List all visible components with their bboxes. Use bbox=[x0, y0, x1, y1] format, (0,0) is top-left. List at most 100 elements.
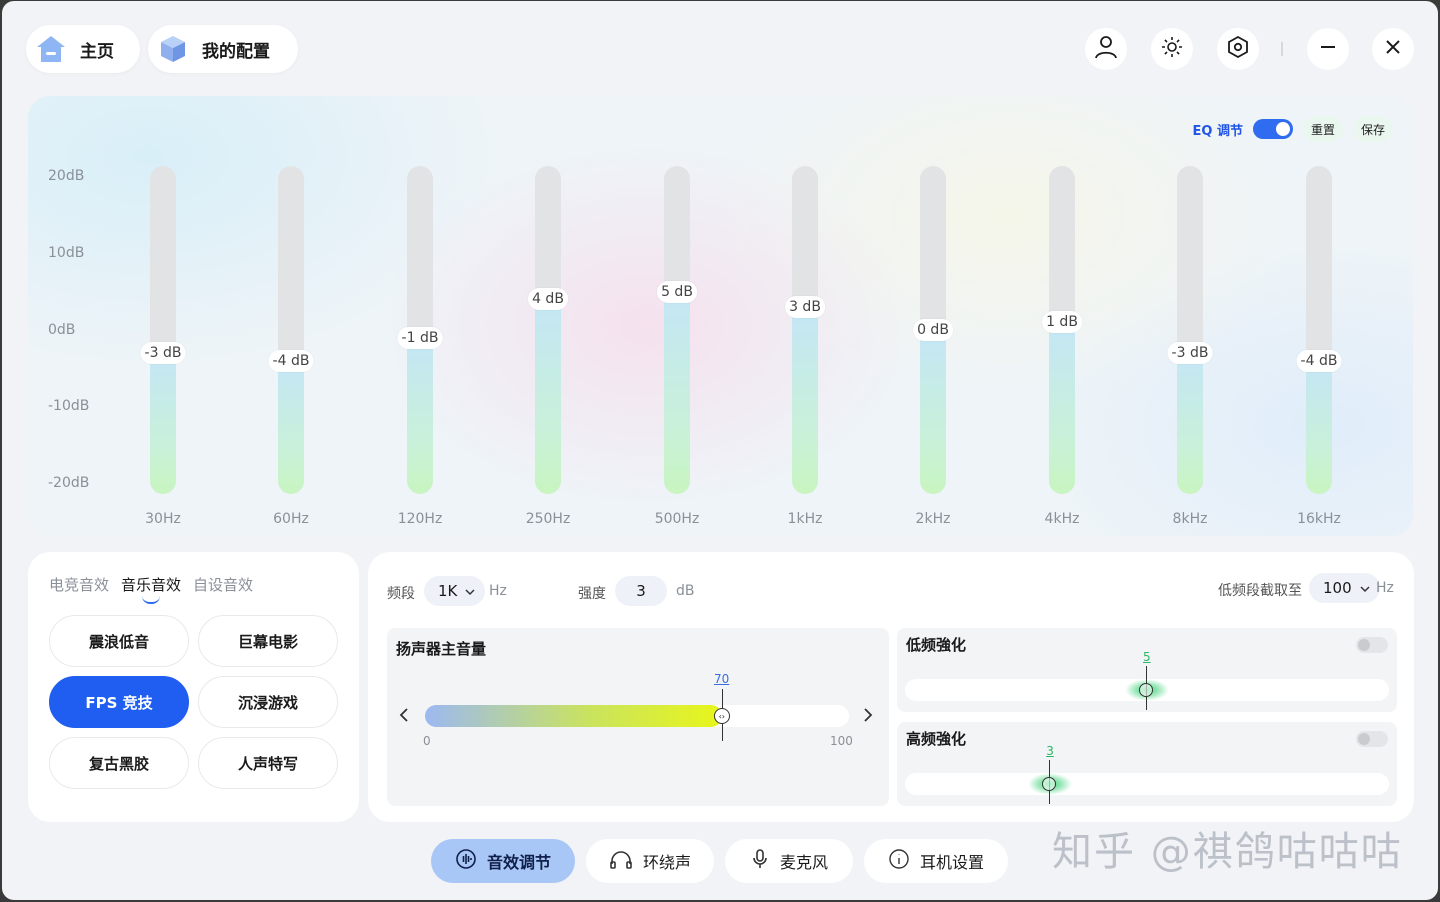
sun-icon bbox=[1160, 35, 1184, 63]
treble-boost-title: 高频強化 bbox=[906, 730, 967, 748]
lowcut-select[interactable]: 100 bbox=[1309, 573, 1380, 603]
tab-esports-sound[interactable]: 电竞音效 bbox=[49, 574, 109, 595]
preset-vinyl-button[interactable]: 复古黑胶 bbox=[49, 737, 189, 789]
y-axis-label: 20dB bbox=[48, 168, 85, 184]
tab-headset-settings[interactable]: 耳机设置 bbox=[864, 839, 1008, 883]
eq-band-track bbox=[792, 166, 818, 494]
eq-band-fill bbox=[1177, 353, 1203, 494]
save-button[interactable]: 保存 bbox=[1352, 116, 1393, 142]
eq-band-frequency-label: 8kHz bbox=[1172, 511, 1208, 527]
strength-label: 强度 bbox=[578, 586, 606, 602]
eq-band-fill bbox=[920, 330, 946, 494]
slider-thumb-knob bbox=[1139, 683, 1153, 697]
eq-band-frequency-label: 250Hz bbox=[525, 511, 571, 527]
header-divider bbox=[1281, 42, 1283, 56]
account-button[interactable] bbox=[1085, 28, 1127, 70]
hexagon-gear-icon bbox=[1226, 35, 1250, 63]
y-axis-label: 10dB bbox=[48, 245, 85, 261]
eq-band-slider[interactable]: -4 dB 16kHz bbox=[1296, 166, 1342, 527]
eq-band-gain-badge[interactable]: -3 dB bbox=[1167, 342, 1213, 365]
eq-band-gain-badge[interactable]: 5 dB bbox=[657, 280, 697, 303]
preset-immersive-game-button[interactable]: 沉浸游戏 bbox=[198, 676, 338, 728]
settings-button[interactable] bbox=[1217, 28, 1259, 70]
volume-slider-thumb[interactable]: ‹› bbox=[713, 708, 730, 724]
brightness-button[interactable] bbox=[1151, 28, 1193, 70]
tab-custom-sound[interactable]: 自设音效 bbox=[193, 574, 253, 595]
tab-surround-label: 环绕声 bbox=[642, 853, 691, 872]
chevron-down-icon bbox=[465, 582, 475, 600]
chevron-left-icon[interactable] bbox=[397, 707, 411, 727]
eq-band-fill bbox=[664, 291, 690, 494]
speaker-volume-panel: 扬声器主音量 70 ‹› 0 100 bbox=[387, 628, 889, 806]
lowcut-unit: Hz bbox=[1376, 580, 1394, 596]
preset-fps-button[interactable]: FPS 竞技 bbox=[49, 676, 189, 728]
treble-boost-slider-thumb[interactable] bbox=[1028, 760, 1073, 804]
user-icon bbox=[1093, 34, 1119, 64]
tab-sound-adjust[interactable]: 音效调节 bbox=[431, 839, 575, 883]
treble-boost-toggle-knob bbox=[1358, 733, 1370, 745]
tab-music-sound[interactable]: 音乐音效 bbox=[121, 574, 181, 595]
eq-toggle[interactable] bbox=[1252, 119, 1293, 139]
minimize-button[interactable] bbox=[1307, 28, 1349, 70]
eq-band-slider[interactable]: 1 dB 4kHz bbox=[1042, 166, 1082, 527]
treble-boost-toggle[interactable] bbox=[1356, 731, 1388, 747]
lowcut-label: 低频段截取至 bbox=[1218, 583, 1302, 599]
y-axis-label: -10dB bbox=[48, 398, 90, 414]
tab-microphone[interactable]: 麦克风 bbox=[725, 839, 853, 883]
eq-band-frequency-label: 16kHz bbox=[1297, 511, 1341, 527]
bass-boost-toggle[interactable] bbox=[1356, 637, 1388, 653]
eq-band-slider[interactable]: 3 dB 1kHz bbox=[785, 166, 825, 527]
eq-band-gain-badge[interactable]: 3 dB bbox=[785, 295, 825, 318]
eq-band-track bbox=[278, 166, 304, 494]
bass-boost-slider[interactable] bbox=[905, 666, 1389, 710]
bass-boost-slider-thumb[interactable] bbox=[1125, 666, 1169, 710]
tab-surround[interactable]: 环绕声 bbox=[586, 839, 714, 883]
strength-input[interactable]: 3 bbox=[615, 576, 667, 606]
eq-band-fill bbox=[278, 360, 304, 494]
controls-card: 频段 1K Hz 强度 3 dB 低频段截取至 100 Hz 扬声器主音量 70… bbox=[368, 552, 1414, 822]
home-nav-button[interactable]: 主页 bbox=[26, 25, 140, 73]
my-config-nav-button[interactable]: 我的配置 bbox=[148, 25, 298, 73]
eq-band-fill bbox=[150, 353, 176, 494]
eq-band-frequency-label: 30Hz bbox=[145, 511, 181, 527]
eq-band-slider[interactable]: -4 dB 60Hz bbox=[268, 166, 314, 527]
eq-band-gain-badge[interactable]: -1 dB bbox=[397, 326, 443, 349]
app-window: 主页 我的配置 EQ 调节 重置 保存 20dB 10dB 0dB -10dB … bbox=[2, 1, 1438, 900]
eq-band-slider[interactable]: -3 dB 8kHz bbox=[1167, 166, 1213, 527]
info-icon bbox=[888, 848, 910, 874]
eq-band-slider[interactable]: 5 dB 500Hz bbox=[655, 166, 699, 527]
eq-band-slider[interactable]: 4 dB 250Hz bbox=[526, 166, 570, 527]
eq-band-frequency-label: 4kHz bbox=[1044, 511, 1080, 527]
band-select[interactable]: 1K bbox=[424, 576, 486, 606]
eq-band-gain-badge[interactable]: 4 dB bbox=[528, 288, 568, 311]
eq-band-fill bbox=[1306, 360, 1332, 494]
tab-microphone-label: 麦克风 bbox=[779, 853, 828, 872]
eq-band-track bbox=[1177, 166, 1203, 494]
close-button[interactable] bbox=[1372, 28, 1414, 70]
preset-heavy-bass-button[interactable]: 震浪低音 bbox=[49, 615, 189, 667]
volume-value: 70 bbox=[714, 672, 730, 686]
strength-unit: dB bbox=[676, 583, 695, 599]
eq-band-slider[interactable]: 0 dB 2kHz bbox=[913, 166, 953, 527]
eq-band-gain-badge[interactable]: -4 dB bbox=[1296, 349, 1342, 372]
eq-band-track bbox=[664, 166, 690, 494]
eq-band-gain-badge[interactable]: 0 dB bbox=[913, 319, 953, 341]
eq-band-frequency-label: 2kHz bbox=[915, 511, 951, 527]
eq-band-slider[interactable]: -3 dB 30Hz bbox=[140, 166, 186, 527]
eq-band-gain-badge[interactable]: -4 dB bbox=[268, 349, 314, 372]
bass-boost-toggle-knob bbox=[1358, 639, 1370, 651]
volume-slider[interactable]: ‹› bbox=[425, 689, 849, 741]
treble-boost-slider[interactable] bbox=[905, 760, 1389, 804]
preset-vocal-button[interactable]: 人声特写 bbox=[198, 737, 338, 789]
chevron-down-icon bbox=[1360, 579, 1370, 597]
eq-band-frequency-label: 120Hz bbox=[397, 511, 443, 527]
eq-band-gain-badge[interactable]: -3 dB bbox=[140, 342, 186, 365]
cube-icon bbox=[156, 32, 190, 66]
my-config-nav-label: 我的配置 bbox=[202, 41, 270, 62]
eq-band-frequency-label: 1kHz bbox=[787, 511, 823, 527]
eq-band-slider[interactable]: -1 dB 120Hz bbox=[397, 166, 443, 527]
reset-button[interactable]: 重置 bbox=[1302, 116, 1343, 142]
eq-band-gain-badge[interactable]: 1 dB bbox=[1042, 311, 1082, 334]
preset-cinema-button[interactable]: 巨幕电影 bbox=[198, 615, 338, 667]
chevron-right-icon[interactable] bbox=[861, 707, 875, 727]
